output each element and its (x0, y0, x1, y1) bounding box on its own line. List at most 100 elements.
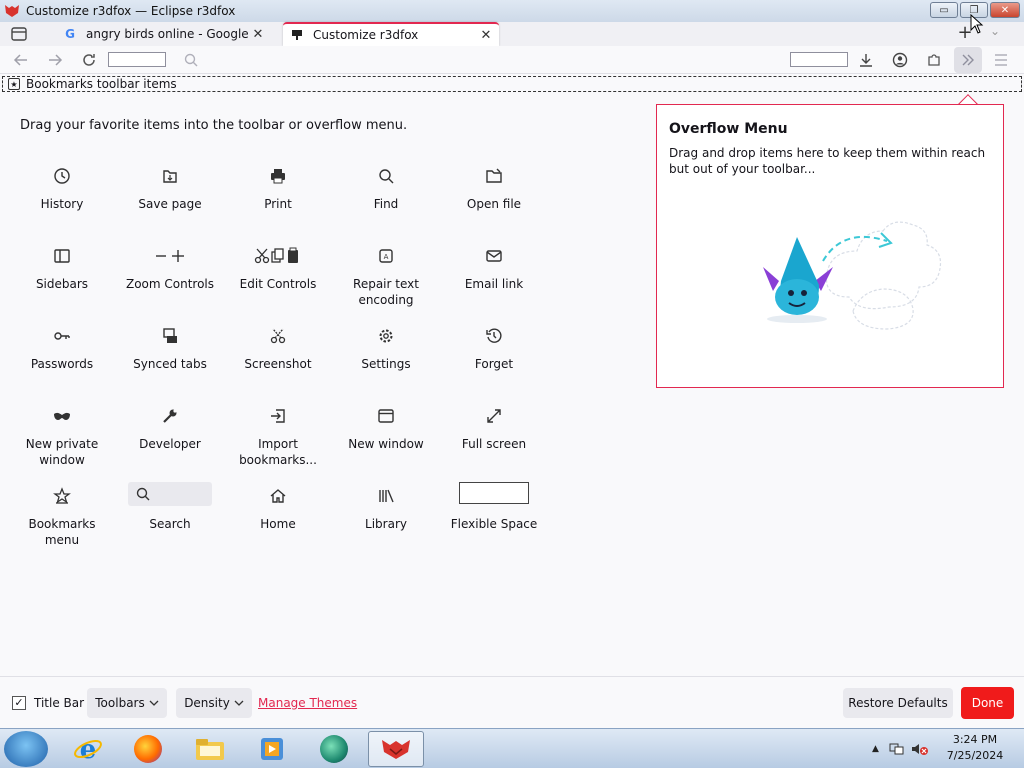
volume-muted-icon[interactable] (911, 742, 929, 756)
palette-item-new-window[interactable]: New window (332, 406, 440, 452)
overflow-menu-panel[interactable]: Overflow Menu Drag and drop items here t… (656, 104, 1004, 388)
palette-item-forget[interactable]: Forget (440, 326, 548, 372)
close-tab-icon[interactable]: ✕ (249, 27, 267, 42)
palette-item-developer[interactable]: Developer (116, 406, 224, 452)
palette-item-email-link[interactable]: Email link (440, 246, 548, 292)
palette-item-label: Zoom Controls (125, 277, 215, 291)
close-button[interactable]: ✕ (990, 2, 1020, 18)
window-icon (377, 406, 395, 426)
palette-item-print[interactable]: Print (224, 166, 332, 212)
text-encoding-icon: A (377, 246, 395, 266)
back-arrow-icon[interactable] (12, 51, 30, 69)
palette-item-label: Repair text encoding (353, 277, 419, 307)
chevron-down-icon (149, 700, 159, 706)
palette-item-label: Save page (138, 197, 202, 211)
mask-icon (53, 406, 71, 426)
search-field[interactable] (790, 52, 848, 67)
palette-item-label: Sidebars (35, 277, 89, 291)
tab-customize[interactable]: Customize r3dfox ✕ (283, 22, 499, 46)
density-dropdown[interactable]: Density (176, 688, 252, 718)
star-icon (53, 486, 71, 506)
tab-list-icon[interactable] (8, 26, 30, 42)
palette-item-edit-controls[interactable]: Edit Controls (224, 246, 332, 292)
zoom-icon (154, 246, 186, 266)
search-field-preview (128, 482, 212, 506)
palette-item-search[interactable]: Search (116, 482, 224, 532)
palette-item-new-private-window[interactable]: New private window (8, 406, 116, 468)
palette-item-sidebars[interactable]: Sidebars (8, 246, 116, 292)
minimize-button[interactable]: ▭ (930, 2, 958, 18)
customize-footer: ✓ Title Bar Toolbars Density Manage Them… (0, 676, 1024, 728)
start-button[interactable] (4, 731, 48, 767)
restore-defaults-button[interactable]: Restore Defaults (843, 688, 953, 718)
palette-item-history[interactable]: History (8, 166, 116, 212)
open-file-icon (485, 166, 503, 186)
library-icon (377, 486, 395, 506)
overflow-menu-button[interactable] (954, 47, 982, 73)
forget-icon (485, 326, 503, 346)
file-explorer-icon[interactable] (182, 731, 238, 767)
svg-text:e: e (80, 735, 97, 764)
palette-item-settings[interactable]: Settings (332, 326, 440, 372)
network-icon[interactable] (889, 742, 905, 756)
palette-item-flexible-space[interactable]: Flexible Space (440, 482, 548, 532)
home-icon (269, 486, 287, 506)
sidebar-icon (53, 246, 71, 266)
account-icon[interactable] (891, 51, 909, 69)
palette-item-screenshot[interactable]: Screenshot (224, 326, 332, 372)
toolbars-dropdown[interactable]: Toolbars (87, 688, 167, 718)
edit-controls-icon (254, 246, 302, 266)
download-icon[interactable] (857, 51, 875, 69)
palette-item-full-screen[interactable]: Full screen (440, 406, 548, 452)
manage-themes-link[interactable]: Manage Themes (258, 696, 357, 710)
palette-item-label: Home (260, 517, 296, 531)
palette-item-import-bookmarks[interactable]: Import bookmarks... (224, 406, 332, 468)
tab-google-search[interactable]: G angry birds online - Google Search ✕ (56, 22, 271, 46)
reload-icon[interactable] (80, 51, 98, 69)
app-icon[interactable] (306, 731, 362, 767)
tab-label: angry birds online - Google Search (86, 27, 249, 41)
firefox-icon[interactable] (120, 731, 176, 767)
palette-item-label: New private window (25, 437, 99, 467)
palette-item-library[interactable]: Library (332, 486, 440, 532)
palette-item-passwords[interactable]: Passwords (8, 326, 116, 372)
import-icon (269, 406, 287, 426)
palette-item-label: Developer (139, 437, 201, 451)
internet-explorer-icon[interactable]: e (60, 731, 116, 767)
palette-item-bookmarks-menu[interactable]: Bookmarks menu (8, 486, 116, 548)
palette-item-label: Open file (466, 197, 522, 211)
palette-item-open-file[interactable]: Open file (440, 166, 548, 212)
palette-item-synced-tabs[interactable]: Synced tabs (116, 326, 224, 372)
clock-time: 3:24 PM (952, 733, 998, 746)
palette-item-save-page[interactable]: Save page (116, 166, 224, 212)
wrench-icon (161, 406, 179, 426)
taskbar-clock[interactable]: 3:24 PM 7/25/2024 (940, 732, 1010, 764)
puzzle-icon (292, 30, 302, 40)
title-bar-label: Title Bar (34, 696, 85, 710)
toolbars-label: Toolbars (95, 696, 145, 710)
star-icon: ★ (8, 78, 20, 90)
palette-item-label: Flexible Space (450, 517, 538, 531)
overflow-description: Drag and drop items here to keep them wi… (669, 146, 986, 176)
hamburger-menu-icon[interactable] (992, 51, 1010, 69)
forward-arrow-icon[interactable] (46, 51, 64, 69)
show-hidden-icons-icon[interactable]: ▲ (872, 744, 879, 754)
close-tab-icon[interactable]: ✕ (477, 28, 495, 43)
bookmarks-toolbar-items[interactable]: ★ Bookmarks toolbar items (2, 76, 1022, 92)
flexible-space-preview (459, 482, 529, 504)
done-button[interactable]: Done (961, 687, 1014, 719)
media-player-icon[interactable] (244, 731, 300, 767)
chevron-down-icon[interactable]: ⌄ (990, 24, 1006, 38)
r3dfox-icon[interactable] (368, 731, 424, 767)
palette-item-zoom-controls[interactable]: Zoom Controls (116, 246, 224, 292)
extensions-icon[interactable] (925, 51, 943, 69)
palette-item-repair-text-encoding[interactable]: A Repair text encoding (332, 246, 440, 308)
title-bar-checkbox[interactable]: ✓ (12, 696, 26, 710)
svg-text:A: A (384, 253, 389, 261)
overflow-title: Overflow Menu (669, 121, 788, 137)
search-icon (182, 51, 200, 69)
palette-item-home[interactable]: Home (224, 486, 332, 532)
url-field[interactable] (108, 52, 166, 67)
palette-item-find[interactable]: Find (332, 166, 440, 212)
palette-item-label: Import bookmarks... (239, 437, 317, 467)
